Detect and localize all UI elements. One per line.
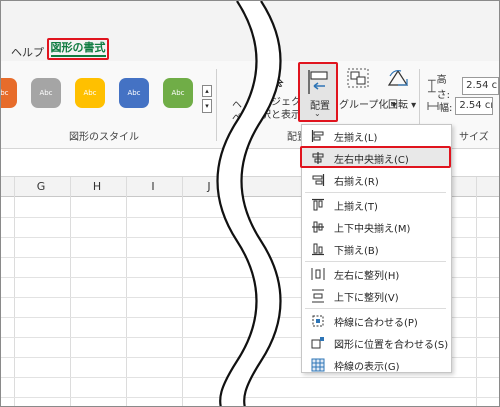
menu-item-align-bottom[interactable]: 下揃え(B) [302,238,451,260]
menu-item-label: 上下に整列(V) [334,292,399,304]
group-icon [347,68,369,88]
styles-more-button[interactable]: ▾ [202,99,212,113]
gridline [476,177,477,406]
menu-item-align-left[interactable]: 左揃え(L) [302,125,451,147]
selection-pane-icon [263,67,284,87]
menu-separator [305,261,446,262]
menu-item-label: 枠線に合わせる(P) [334,317,418,329]
menu-item-label: 上揃え(T) [334,201,378,213]
shape-style-green[interactable]: Abc [163,78,193,108]
height-input[interactable]: 2.54 cm [462,77,499,95]
tab-shape-format[interactable]: 図形の書式 [47,38,109,60]
tab-shape-format-label: 図形の書式 [50,41,106,57]
width-input[interactable]: 2.54 cm [455,97,494,115]
shape-style-yellow[interactable]: Abc [75,78,105,108]
partial-button-label-2: ぺ [232,113,242,124]
styles-scroll-up-button[interactable]: ▴ [202,85,212,97]
group-separator [216,69,217,141]
app-window: ヘルプ 図形の書式 Abc Abc Abc Abc Abc ▾ ▴ 図形のスタイ… [0,0,500,407]
menu-item-label: 下揃え(B) [334,245,379,257]
shape-style-blue[interactable]: Abc [119,78,149,108]
group-label-shape-styles: 図形のスタイル [69,132,139,143]
menu-item-label: 上下中央揃え(M) [334,223,411,235]
width-icon [427,102,439,110]
align-middle-icon [312,221,324,233]
menu-item-view-gridlines[interactable]: 枠線の表示(G) [302,354,451,376]
column-header-j[interactable]: J [186,177,232,197]
height-icon [427,79,436,93]
align-bottom-icon [312,243,324,256]
column-header-i[interactable]: I [130,177,176,197]
column-header-g[interactable]: G [18,177,64,197]
menu-item-align-center[interactable]: 左右中央揃え(C) [302,147,451,169]
menu-item-label: 左右に整列(H) [334,270,400,282]
menu-item-distribute-horizontal[interactable]: 左右に整列(H) [302,263,451,285]
gridline [1,397,499,398]
gridline [70,177,71,406]
snap-to-grid-icon [312,315,324,327]
menu-separator [305,308,446,309]
menu-item-snap-to-shape[interactable]: 図形に位置を合わせる(S) [302,332,451,354]
align-top-icon [312,198,324,211]
group-label-size: サイズ [459,132,489,143]
menu-item-align-middle[interactable]: 上下中央揃え(M) [302,216,451,238]
menu-item-label: 左右中央揃え(C) [334,154,409,166]
distribute-vertical-icon [312,289,324,303]
align-right-icon [312,174,325,186]
menu-separator [305,192,446,193]
shape-style-orange[interactable]: Abc [1,78,17,108]
shape-style-gray[interactable]: Abc [31,78,61,108]
gridline [182,177,183,406]
menu-item-label: 図形に位置を合わせる(S) [334,339,449,351]
column-header-h[interactable]: H [74,177,120,197]
rotate-icon [387,69,409,86]
snap-to-shape-icon [311,337,324,349]
distribute-horizontal-icon [311,268,325,280]
align-center-icon [312,152,324,164]
width-label: 幅: [439,102,453,114]
align-icon [308,70,328,94]
gridline [1,377,499,378]
width-row: 幅: 2.54 cm [427,97,494,115]
gridline [14,177,15,406]
gridline [126,177,127,406]
menu-item-align-top[interactable]: 上揃え(T) [302,194,451,216]
menu-item-align-right[interactable]: 右揃え(R) [302,169,451,191]
align-left-icon [311,130,324,142]
menu-item-snap-to-grid[interactable]: 枠線に合わせる(P) [302,310,451,332]
rotate-button[interactable]: 回転 ▾ [388,96,416,111]
menu-item-label: 右揃え(R) [334,176,379,188]
view-gridlines-icon [311,358,325,372]
menu-item-label: 枠線の表示(G) [334,361,400,373]
tab-help[interactable]: ヘルプ [11,44,44,60]
menu-item-label: 左揃え(L) [334,132,378,144]
chevron-down-icon: ⌄ [314,109,321,118]
menu-item-distribute-vertical[interactable]: 上下に整列(V) [302,285,451,307]
